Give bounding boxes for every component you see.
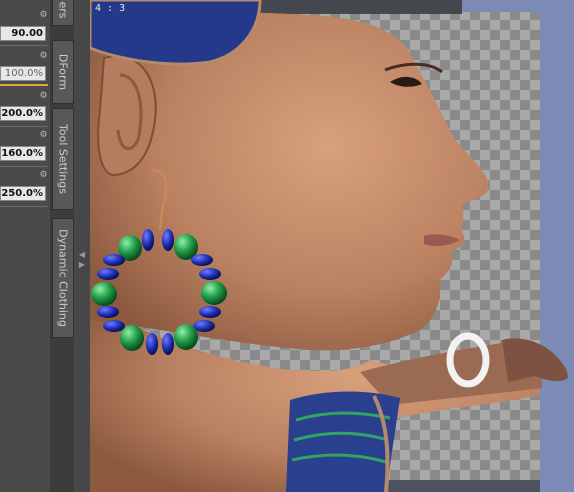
param-value-field[interactable]: 90.00: [0, 26, 46, 41]
green-bead: [201, 281, 227, 305]
divider: [0, 45, 48, 46]
param-value-field[interactable]: 250.0%: [0, 186, 46, 201]
tab-dynamic-clothing[interactable]: Dynamic Clothing: [52, 218, 74, 338]
gear-icon[interactable]: ⚙: [39, 171, 48, 180]
green-bead: [91, 282, 117, 306]
blue-bead: [97, 306, 119, 318]
blue-bead: [146, 333, 158, 355]
tab-label: Tool Settings: [56, 124, 70, 194]
param-value-field[interactable]: 100.0%: [0, 66, 46, 81]
blue-bead: [142, 229, 154, 251]
gear-icon[interactable]: ⚙: [39, 131, 48, 140]
parameter-panel: ⚙ 90.00 ⚙ 100.0% ⚙ 200.0% ⚙ 160.0% ⚙ 250…: [0, 0, 51, 492]
pane-splitter[interactable]: ◀ ▶: [74, 0, 91, 492]
green-bead: [174, 324, 198, 350]
blue-bead: [162, 333, 174, 355]
blue-bead: [103, 254, 125, 266]
blue-bead: [97, 268, 119, 280]
tab-label: Dynamic Clothing: [56, 229, 70, 327]
tab-label: DForm: [56, 53, 70, 91]
param-value-field[interactable]: 160.0%: [0, 146, 46, 161]
tab-label: ers: [56, 1, 70, 19]
divider: [0, 166, 48, 167]
viewport[interactable]: 4 : 3: [90, 0, 574, 492]
beaded-collar: [286, 391, 400, 492]
param-slider[interactable]: [0, 84, 48, 86]
tab-parameters[interactable]: ers: [52, 0, 74, 26]
blue-bead: [191, 254, 213, 266]
gear-icon[interactable]: ⚙: [39, 11, 48, 20]
param-value-field[interactable]: 200.0%: [0, 106, 46, 121]
divider: [0, 206, 48, 207]
blue-bead: [162, 229, 174, 251]
grip-icon[interactable]: ◀ ▶: [78, 250, 86, 280]
aspect-ratio-label: 4 : 3: [95, 3, 126, 14]
gear-icon[interactable]: ⚙: [39, 92, 48, 101]
render-scene: [90, 0, 568, 492]
pane-tab-strip: ers DForm Tool Settings Dynamic Clothing: [50, 0, 75, 492]
blue-bead: [103, 320, 125, 332]
blue-bead: [199, 268, 221, 280]
blue-bead: [199, 306, 221, 318]
divider: [0, 126, 48, 127]
tab-dform[interactable]: DForm: [52, 40, 74, 104]
tab-tool-settings[interactable]: Tool Settings: [52, 108, 74, 210]
gear-icon[interactable]: ⚙: [39, 52, 48, 61]
blue-bead: [193, 320, 215, 332]
hand: [502, 338, 568, 382]
